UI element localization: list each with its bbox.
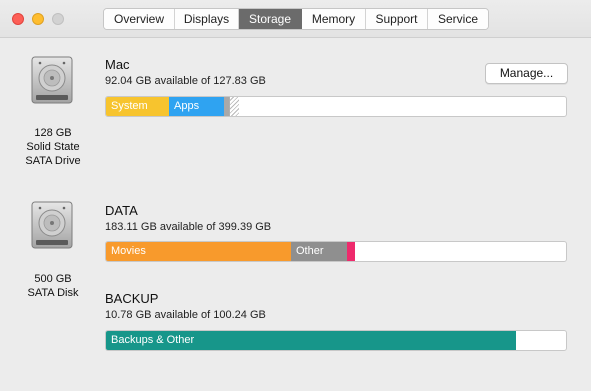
tab-displays[interactable]: Displays bbox=[175, 9, 239, 29]
storage-bar-mac: System Apps bbox=[105, 96, 567, 117]
storage-bar-backup: Backups & Other bbox=[105, 330, 567, 351]
drive-type: SATA Disk bbox=[27, 287, 79, 299]
storage-segment: Other bbox=[291, 242, 347, 261]
drive-type: Solid State bbox=[26, 141, 80, 153]
storage-segment-label: Backups & Other bbox=[111, 334, 195, 346]
storage-segment: Apps bbox=[169, 97, 224, 116]
storage-segment-label: Apps bbox=[174, 100, 200, 112]
storage-segment bbox=[229, 97, 239, 116]
volume-info-data: 183.11 GB available of 399.39 GB bbox=[105, 221, 272, 233]
manage-button[interactable]: Manage... bbox=[485, 63, 568, 84]
drive-interface: SATA Drive bbox=[25, 155, 81, 167]
close-button[interactable] bbox=[12, 13, 24, 25]
storage-segment bbox=[347, 242, 355, 261]
tab-bar: Overview Displays Storage Memory Support… bbox=[103, 8, 489, 30]
storage-segment-label: Other bbox=[296, 245, 324, 257]
volume-name-mac: Mac bbox=[105, 57, 130, 72]
title-bar: Overview Displays Storage Memory Support… bbox=[0, 0, 591, 38]
tab-memory[interactable]: Memory bbox=[302, 9, 366, 29]
storage-segment: Backups & Other bbox=[106, 331, 516, 350]
volume-info-backup: 10.78 GB available of 100.24 GB bbox=[105, 309, 266, 321]
hard-drive-icon bbox=[31, 201, 73, 249]
drive-capacity: 128 GB bbox=[34, 127, 72, 139]
storage-bar-data: Movies Other bbox=[105, 241, 567, 262]
storage-segment-label: System bbox=[111, 100, 148, 112]
drive-label-sata: 500 GB SATA Disk bbox=[13, 272, 93, 300]
volume-name-data: DATA bbox=[105, 203, 138, 218]
storage-segment: Movies bbox=[106, 242, 291, 261]
storage-segment: System bbox=[106, 97, 169, 116]
drive-label-ssd: 128 GB Solid State SATA Drive bbox=[13, 126, 93, 168]
storage-segment-label: Movies bbox=[111, 245, 146, 257]
zoom-button[interactable] bbox=[52, 13, 64, 25]
drive-capacity: 500 GB bbox=[34, 273, 72, 285]
volume-name-backup: BACKUP bbox=[105, 291, 159, 306]
tab-support[interactable]: Support bbox=[366, 9, 428, 29]
minimize-button[interactable] bbox=[32, 13, 44, 25]
tab-storage[interactable]: Storage bbox=[239, 9, 302, 29]
volume-info-mac: 92.04 GB available of 127.83 GB bbox=[105, 75, 266, 87]
tab-service[interactable]: Service bbox=[428, 9, 488, 29]
tab-overview[interactable]: Overview bbox=[104, 9, 175, 29]
hard-drive-icon bbox=[31, 56, 73, 104]
